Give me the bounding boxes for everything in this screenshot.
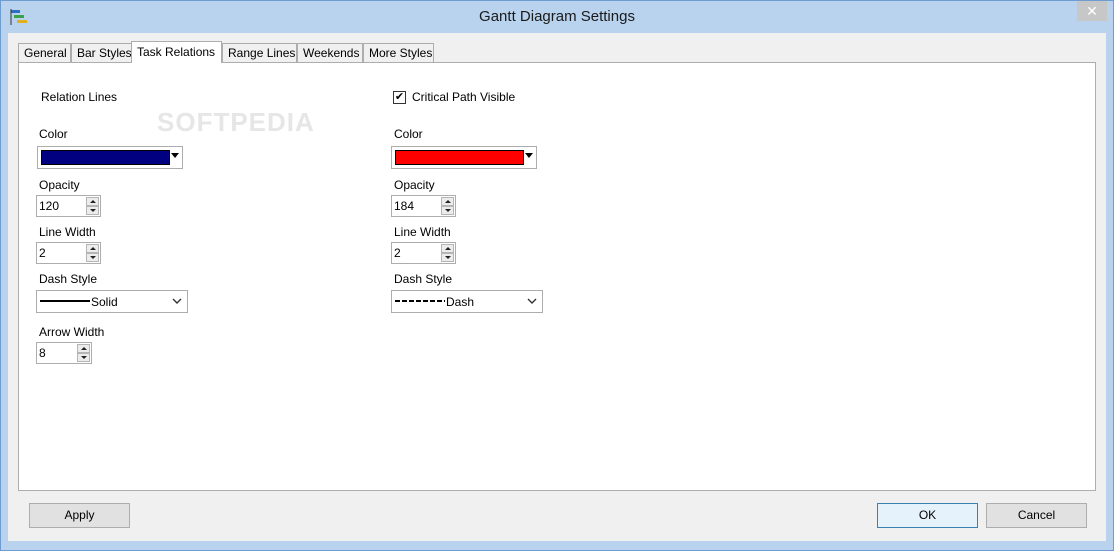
settings-window: Gantt Diagram Settings ✕ General Bar Sty… (0, 0, 1114, 551)
critical-line-width-value[interactable]: 2 (394, 246, 401, 260)
solid-line-icon (40, 300, 90, 302)
ok-button[interactable]: OK (877, 503, 978, 528)
spin-up-icon[interactable] (441, 244, 454, 253)
tab-range-lines[interactable]: Range Lines (222, 43, 297, 62)
dropdown-arrow-icon (525, 153, 533, 158)
dropdown-arrow-icon (171, 153, 179, 158)
relation-opacity-value[interactable]: 120 (39, 199, 59, 213)
critical-line-width-label: Line Width (394, 225, 451, 239)
spin-up-icon[interactable] (77, 344, 90, 353)
close-button[interactable]: ✕ (1077, 1, 1107, 21)
tab-general[interactable]: General (18, 43, 71, 62)
critical-opacity-spinner[interactable]: 184 (391, 195, 456, 217)
dialog-body: General Bar Styles Task Relations Range … (8, 33, 1106, 541)
relation-opacity-label: Opacity (39, 178, 80, 192)
relation-opacity-spinner[interactable]: 120 (36, 195, 101, 217)
arrow-width-spinner[interactable]: 8 (36, 342, 92, 364)
relation-color-picker[interactable] (37, 146, 183, 169)
spin-up-icon[interactable] (86, 197, 99, 206)
critical-line-width-spinner[interactable]: 2 (391, 242, 456, 264)
spin-down-icon[interactable] (77, 353, 90, 362)
critical-dash-style-value: Dash (446, 295, 475, 309)
spin-down-icon[interactable] (441, 253, 454, 262)
critical-color-picker[interactable] (391, 146, 537, 169)
critical-color-label: Color (394, 127, 423, 141)
relation-line-width-value[interactable]: 2 (39, 246, 46, 260)
tab-weekends[interactable]: Weekends (297, 43, 363, 62)
critical-dash-style-dropdown[interactable]: Dash (391, 290, 543, 313)
critical-color-swatch (395, 150, 524, 165)
critical-dash-style-label: Dash Style (394, 272, 453, 286)
window-title: Gantt Diagram Settings (479, 8, 635, 25)
relation-line-width-label: Line Width (39, 225, 96, 239)
critical-path-label[interactable]: Critical Path Visible (412, 90, 515, 104)
critical-opacity-label: Opacity (394, 178, 435, 192)
dashed-line-icon (395, 300, 445, 302)
relation-color-label: Color (39, 127, 68, 141)
apply-button[interactable]: Apply (29, 503, 130, 528)
spin-down-icon[interactable] (86, 253, 99, 262)
title-bar: Gantt Diagram Settings ✕ (1, 1, 1113, 33)
spin-down-icon[interactable] (441, 206, 454, 215)
arrow-width-value[interactable]: 8 (39, 346, 46, 360)
tab-more-styles[interactable]: More Styles (363, 43, 434, 62)
relation-line-width-spinner[interactable]: 2 (36, 242, 101, 264)
task-relations-panel: SOFTPEDIA Relation Lines Color Opacity 1… (18, 62, 1096, 491)
spin-down-icon[interactable] (86, 206, 99, 215)
watermark: SOFTPEDIA (157, 107, 315, 137)
chevron-down-icon (172, 298, 182, 304)
critical-opacity-value[interactable]: 184 (394, 199, 414, 213)
relation-dash-style-label: Dash Style (39, 272, 98, 286)
tab-task-relations[interactable]: Task Relations (131, 41, 222, 63)
relation-dash-style-value: Solid (91, 295, 118, 309)
cancel-button[interactable]: Cancel (986, 503, 1087, 528)
arrow-width-label: Arrow Width (39, 325, 105, 339)
chevron-down-icon (527, 298, 537, 304)
relation-dash-style-dropdown[interactable]: Solid (36, 290, 188, 313)
critical-path-checkbox[interactable]: ✔ (393, 91, 406, 104)
relation-lines-heading: Relation Lines (41, 90, 118, 104)
spin-up-icon[interactable] (441, 197, 454, 206)
tab-bar-styles[interactable]: Bar Styles (71, 43, 132, 62)
spin-up-icon[interactable] (86, 244, 99, 253)
relation-color-swatch (41, 150, 170, 165)
